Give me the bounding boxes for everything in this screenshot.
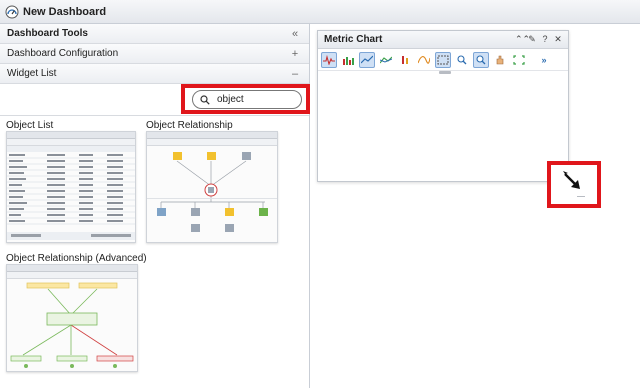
- object-relationship-thumbnail[interactable]: [146, 131, 278, 243]
- section-label: Widget List: [7, 68, 57, 79]
- widget-label-object-list: Object List: [6, 120, 54, 131]
- close-icon[interactable]: ✕: [554, 34, 562, 45]
- collapse-panel-button[interactable]: «: [289, 28, 301, 40]
- curve-icon[interactable]: [416, 52, 432, 68]
- search-value: object: [217, 94, 244, 105]
- relationship-advanced-preview-icon: [10, 282, 134, 368]
- stack-icon[interactable]: [397, 52, 413, 68]
- section-widget-list[interactable]: Widget List –: [0, 64, 309, 84]
- metric-chart-title: Metric Chart: [324, 34, 383, 45]
- collapse-widget-icon[interactable]: ⌃⌃: [515, 34, 530, 45]
- resize-handle-highlight-box: [547, 161, 601, 208]
- trend-icon[interactable]: [359, 51, 375, 68]
- object-relationship-advanced-thumbnail[interactable]: [6, 264, 138, 372]
- bar-icon[interactable]: [340, 52, 356, 68]
- dashboard-tools-panel: Dashboard Tools « Dashboard Configuratio…: [0, 24, 310, 388]
- select-icon[interactable]: [435, 51, 451, 68]
- dashboard-canvas: Metric Chart ⌃⌃ ✎ ? ✕ »: [310, 24, 640, 388]
- more-tools-button[interactable]: »: [536, 52, 552, 68]
- pulse-icon[interactable]: [321, 51, 337, 68]
- search-icon: [200, 94, 210, 105]
- relationship-preview-icon: [147, 152, 277, 232]
- dashboard-icon: [5, 5, 19, 18]
- pan-icon[interactable]: [492, 52, 508, 68]
- metric-chart-header-controls: ⌃⌃ ✎ ? ✕: [515, 34, 562, 45]
- collapse-icon[interactable]: –: [289, 68, 301, 80]
- section-label: Dashboard Configuration: [7, 48, 119, 59]
- dashboard-tools-header: Dashboard Tools «: [0, 24, 309, 44]
- widget-search-area: object: [0, 84, 310, 116]
- splitter-grip[interactable]: [439, 71, 451, 74]
- metric-chart-body: [318, 71, 568, 181]
- metric-chart-header[interactable]: Metric Chart ⌃⌃ ✎ ? ✕: [318, 31, 568, 49]
- widget-label-object-relationship: Object Relationship: [146, 120, 233, 131]
- expand-icon[interactable]: +: [289, 48, 301, 60]
- zoom-icon[interactable]: [454, 52, 470, 68]
- dashboard-tools-title: Dashboard Tools: [7, 28, 88, 39]
- fullscreen-icon[interactable]: [511, 52, 527, 68]
- metric-chart-widget[interactable]: Metric Chart ⌃⌃ ✎ ? ✕ »: [317, 30, 569, 182]
- dashboard-app: New Dashboard Dashboard Tools « Dashboar…: [0, 0, 640, 388]
- object-list-thumbnail[interactable]: [6, 131, 136, 243]
- section-dashboard-configuration[interactable]: Dashboard Configuration +: [0, 44, 309, 64]
- metric-chart-toolbar: »: [318, 49, 568, 71]
- resize-arrow-icon[interactable]: [551, 165, 597, 204]
- zoom-fit-icon[interactable]: [473, 51, 489, 68]
- edit-icon[interactable]: ✎: [528, 34, 536, 45]
- compare-icon[interactable]: [378, 52, 394, 68]
- widget-search-input[interactable]: object: [192, 90, 302, 109]
- help-icon[interactable]: ?: [541, 34, 549, 45]
- widget-label-object-relationship-advanced: Object Relationship (Advanced): [6, 253, 147, 264]
- title-bar: New Dashboard: [0, 0, 640, 24]
- object-list-preview-icon: [7, 146, 135, 240]
- window-title: New Dashboard: [23, 5, 107, 18]
